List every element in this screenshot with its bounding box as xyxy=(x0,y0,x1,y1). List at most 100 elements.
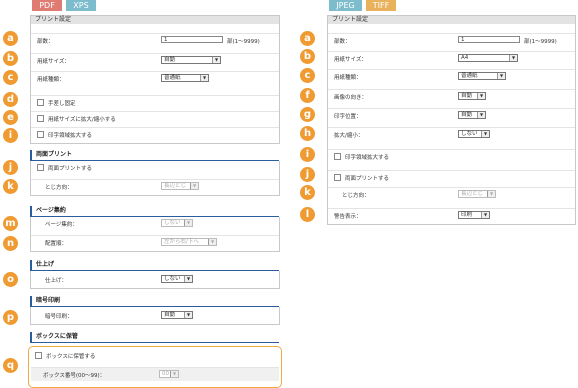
chevron-down-icon: ▼ xyxy=(497,73,505,79)
callout-e-icon: e xyxy=(3,110,18,125)
box-section-divider xyxy=(30,342,279,343)
nup-select[interactable]: しない ▼ xyxy=(161,219,193,227)
chevron-down-icon: ▼ xyxy=(477,112,485,118)
chevron-down-icon: ▼ xyxy=(208,239,216,245)
left-paper-type-row: 用紙種類： 普通紙 ▼ xyxy=(31,71,279,85)
paper-type-select[interactable]: 普通紙 ▼ xyxy=(161,74,209,82)
right-copies-row: 部数： 1 部(1〜9999) xyxy=(328,33,575,47)
scale-value: しない xyxy=(461,131,478,137)
right-binding-row: とじ方向： 長辺とじ ▼ xyxy=(328,187,575,201)
callout-c-icon: c xyxy=(300,68,315,83)
duplex-label: 両面プリントする xyxy=(345,176,390,182)
warning-value: 印刷 xyxy=(461,212,473,218)
orientation-select[interactable]: 自動 ▼ xyxy=(458,92,486,100)
callout-d-icon: d xyxy=(3,92,18,107)
right-paper-size-row: 用紙サイズ： A4 ▼ xyxy=(328,51,575,65)
finish-label: 仕上げ： xyxy=(45,278,68,284)
binding-select[interactable]: 長辺とじ ▼ xyxy=(161,182,199,190)
callout-a-icon: a xyxy=(300,31,315,46)
duplex-checkbox[interactable] xyxy=(334,174,341,181)
callout-m-icon: m xyxy=(3,216,18,231)
binding-label: とじ方向： xyxy=(342,193,370,199)
duplex-label: 両面プリントする xyxy=(48,166,93,172)
chevron-down-icon: ▼ xyxy=(184,312,192,318)
manual-feed-checkbox[interactable] xyxy=(37,99,44,106)
order-value: 左から右/下へ xyxy=(164,239,199,245)
position-value: 自動 xyxy=(461,112,473,118)
finish-select[interactable]: しない ▼ xyxy=(161,275,193,283)
paper-size-select[interactable]: A4 ▼ xyxy=(458,54,518,62)
callout-n-icon: n xyxy=(3,236,18,251)
order-label: 配置順： xyxy=(45,241,68,247)
binding-value: 長辺とじ xyxy=(461,191,484,197)
copies-label: 部数： xyxy=(334,39,351,45)
callout-k-icon: k xyxy=(3,179,18,194)
duplex-panel: 両面プリントする とじ方向： 長辺とじ ▼ xyxy=(30,161,280,196)
callout-b-icon: b xyxy=(300,49,315,64)
chevron-down-icon: ▼ xyxy=(200,75,208,81)
left-paper-size-row: 用紙サイズ： 自動 ▼ xyxy=(31,53,279,67)
callout-a-icon: a xyxy=(3,31,18,46)
chevron-down-icon: ▼ xyxy=(477,93,485,99)
callout-j-icon: j xyxy=(3,160,18,175)
chevron-down-icon: ▼ xyxy=(487,191,495,197)
duplex-row: 両面プリントする xyxy=(31,161,279,174)
paper-size-label: 用紙サイズ： xyxy=(37,59,70,65)
chevron-down-icon: ▼ xyxy=(170,371,178,377)
box-save-checkbox[interactable] xyxy=(35,352,42,359)
box-number-select[interactable]: 00 ▼ xyxy=(159,370,179,378)
position-select[interactable]: 自動 ▼ xyxy=(458,111,486,119)
right-duplex-row: 両面プリントする xyxy=(328,170,575,184)
position-label: 印字位置： xyxy=(334,114,362,120)
chevron-down-icon: ▼ xyxy=(509,55,517,61)
scale-select[interactable]: しない ▼ xyxy=(458,130,490,138)
nup-panel: ページ集約： しない ▼ 配置順： 左から右/下へ ▼ xyxy=(30,217,280,252)
chevron-down-icon: ▼ xyxy=(190,183,198,189)
orientation-label: 画像の向き： xyxy=(334,95,368,101)
fit-paper-checkbox[interactable] xyxy=(37,115,44,122)
scale-label: 拡大/縮小： xyxy=(334,133,364,139)
enlarge-area-checkbox[interactable] xyxy=(37,131,44,138)
callout-l-icon: l xyxy=(300,207,315,222)
copies-label: 部数： xyxy=(37,39,54,45)
chevron-down-icon: ▼ xyxy=(184,220,192,226)
enlarge-area-label: 印字領域拡大する xyxy=(48,133,93,139)
left-panel-header: プリント設定 xyxy=(31,16,279,24)
chevron-down-icon: ▼ xyxy=(481,212,489,218)
paper-type-select[interactable]: 普通紙 ▼ xyxy=(458,72,506,80)
tab-pdf: PDF xyxy=(32,0,62,11)
left-copies-row: 部数： 1 部(1〜9999) xyxy=(31,33,279,47)
secure-select[interactable]: 自動 ▼ xyxy=(161,311,193,319)
order-select[interactable]: 左から右/下へ ▼ xyxy=(161,238,217,246)
warning-select[interactable]: 印刷 ▼ xyxy=(458,211,490,219)
duplex-checkbox[interactable] xyxy=(37,164,44,171)
callout-j-icon: j xyxy=(300,167,315,182)
orientation-value: 自動 xyxy=(461,93,473,99)
binding-label: とじ方向： xyxy=(45,185,73,191)
warning-label: 警告表示： xyxy=(334,214,362,220)
box-save-row: ボックスに保管する xyxy=(29,349,281,362)
tab-xps: XPS xyxy=(66,0,96,11)
paper-size-value: A4 xyxy=(461,55,469,61)
secure-section-title: 暗号印刷 xyxy=(30,296,60,306)
paper-type-label: 用紙種類： xyxy=(334,75,362,81)
fit-paper-label: 用紙サイズに拡大/縮小する xyxy=(48,117,116,123)
left-enlarge-area-row: 印字領域拡大する xyxy=(31,127,279,141)
box-number-row: ボックス番号(00〜99)： 00 ▼ xyxy=(31,367,279,381)
copies-input[interactable]: 1 xyxy=(161,36,223,43)
paper-size-select[interactable]: 自動 ▼ xyxy=(161,56,221,64)
nup-label: ページ集約： xyxy=(45,222,78,228)
warning-row: 警告表示： 印刷 ▼ xyxy=(328,208,575,222)
chevron-down-icon: ▼ xyxy=(481,131,489,137)
binding-select[interactable]: 長辺とじ ▼ xyxy=(458,190,496,198)
callout-f-icon: f xyxy=(300,88,315,103)
scale-row: 拡大/縮小： しない ▼ xyxy=(328,127,575,141)
enlarge-area-checkbox[interactable] xyxy=(334,153,341,160)
right-panel-header: プリント設定 xyxy=(328,16,575,24)
copies-unit: 部(1〜9999) xyxy=(524,39,557,45)
box-number-value: 00 xyxy=(162,371,169,377)
callout-g-icon: g xyxy=(300,107,315,122)
copies-input[interactable]: 1 xyxy=(458,36,520,43)
callout-i-icon: i xyxy=(300,147,315,162)
paper-type-value: 普通紙 xyxy=(461,73,478,79)
